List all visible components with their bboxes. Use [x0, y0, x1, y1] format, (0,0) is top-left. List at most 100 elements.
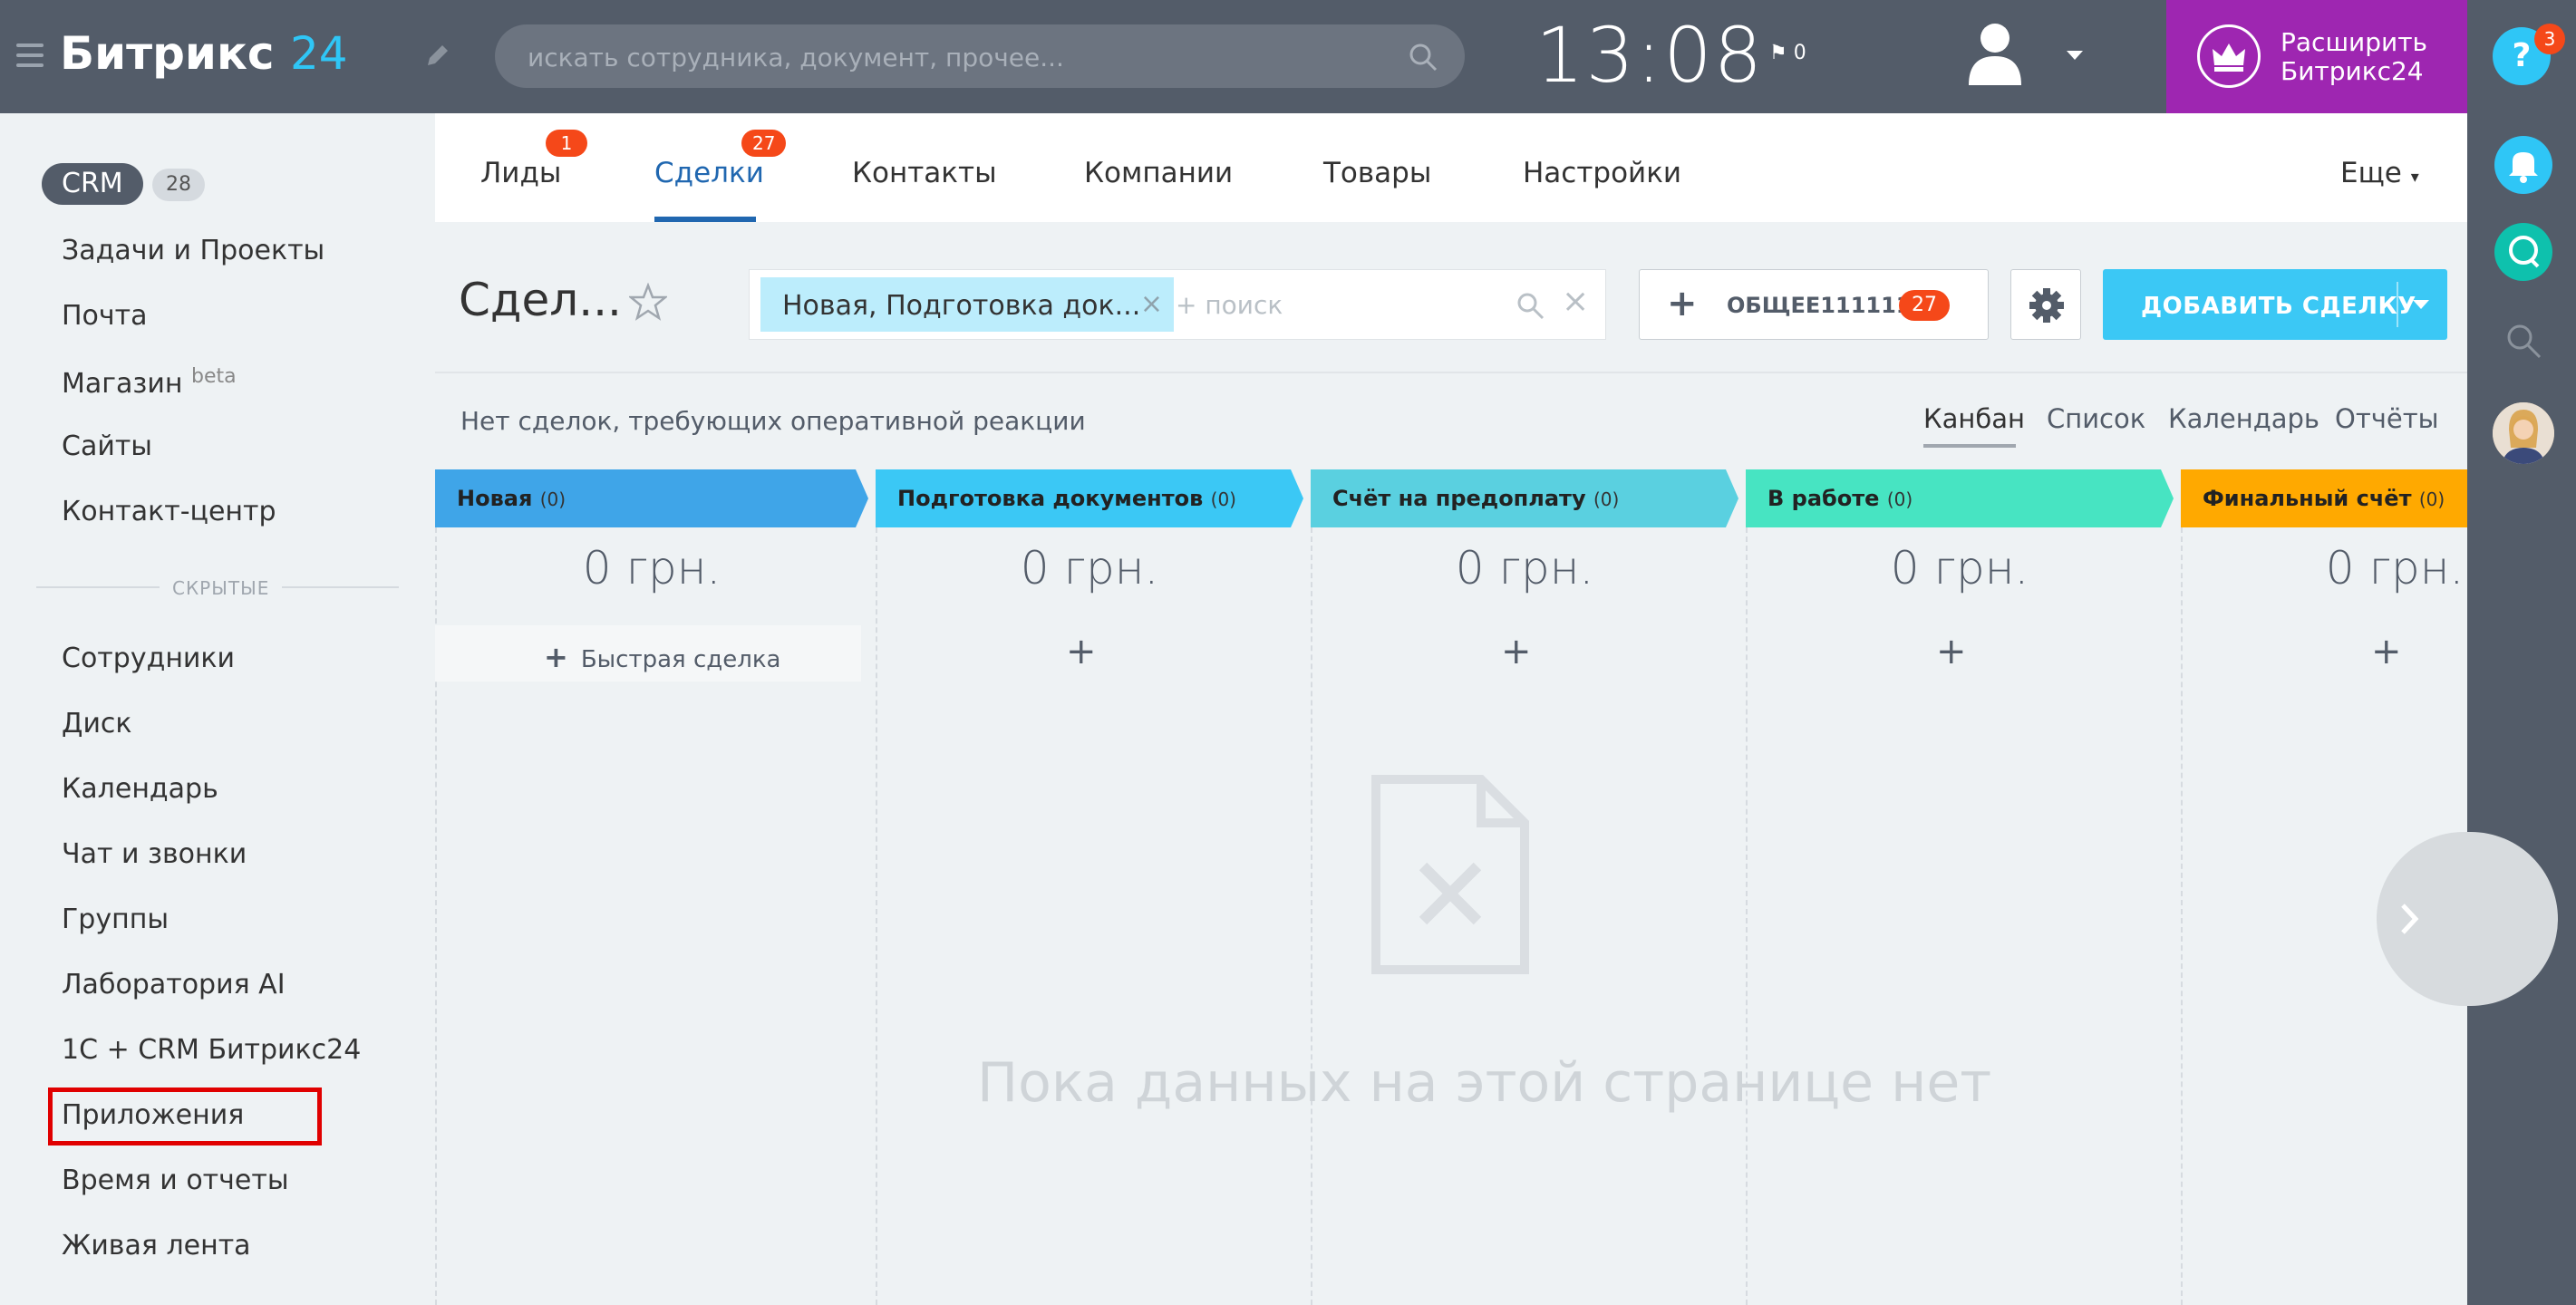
chat-icon — [2509, 236, 2540, 268]
stage-sum: 0 грн. — [1455, 542, 1594, 594]
panel-search-icon[interactable] — [2503, 321, 2543, 361]
star-icon[interactable] — [629, 283, 667, 321]
menu-burger-icon[interactable] — [16, 44, 44, 67]
crm-tabs: Лиды 1 Сделки 27 Контакты Компании Товар… — [435, 113, 2467, 222]
logo-number: 24 — [289, 27, 348, 80]
upgrade-line1: Расширить — [2281, 27, 2428, 57]
highlight-frame — [48, 1088, 322, 1146]
add-deal-plus[interactable]: + — [2371, 631, 2402, 672]
view-calendar[interactable]: Календарь — [2168, 403, 2319, 434]
stage-name-prepay: Счёт на предоплату (0) — [1332, 486, 1619, 511]
stage-count: (0) — [1886, 488, 1913, 510]
search-icon[interactable] — [1407, 41, 1439, 73]
general-pipeline-button[interactable]: + ОБЩЕЕ1111111 27 — [1639, 269, 1989, 340]
notifications-button[interactable] — [2494, 136, 2552, 194]
stage-count: (0) — [1210, 488, 1236, 510]
filter-chip-label: Новая, Подготовка док... — [782, 290, 1141, 322]
sidebar-item-contact-center[interactable]: Контакт-центр — [62, 496, 276, 527]
add-deal-button[interactable]: ДОБАВИТЬ СДЕЛКУ — [2103, 269, 2447, 340]
empty-state-text: Пока данных на этой странице нет — [977, 1051, 1992, 1115]
stage-name-final: Финальный счёт (0) — [2203, 486, 2445, 511]
stage-title: В работе — [1767, 486, 1880, 511]
sidebar-item-crm[interactable]: CRM — [42, 163, 143, 205]
view-list[interactable]: Список — [2047, 403, 2145, 434]
user-icon[interactable] — [1965, 20, 2025, 85]
add-deal-label: ДОБАВИТЬ СДЕЛКУ — [2141, 293, 2416, 320]
tab-settings[interactable]: Настройки — [1523, 157, 1681, 189]
stage-title: Финальный счёт — [2203, 486, 2412, 511]
stage-sum: 0 грн. — [1890, 542, 2029, 594]
plus-icon: + — [1667, 283, 1698, 324]
sidebar-item-time-reports[interactable]: Время и отчеты — [62, 1165, 289, 1196]
avatar[interactable] — [2493, 402, 2554, 464]
filter-chip[interactable]: Новая, Подготовка док... × — [760, 277, 1174, 332]
tabs-more[interactable]: Еще ▾ — [2340, 157, 2419, 189]
clock[interactable]: 13:08 — [1535, 11, 1764, 100]
settings-button[interactable] — [2010, 269, 2081, 340]
column-line — [876, 527, 877, 1305]
stage-header-final[interactable]: Финальный счёт (0) — [2181, 469, 2467, 527]
beta-label: beta — [191, 365, 237, 388]
stage-sum: 0 грн. — [582, 542, 721, 594]
filter-clear-icon[interactable]: × — [1562, 283, 1589, 320]
general-count-badge: 27 — [1899, 290, 1950, 321]
flag-counter[interactable]: ⚑ 0 — [1769, 42, 1806, 64]
stage-count: (0) — [1593, 488, 1620, 510]
filter-search-placeholder[interactable]: + поиск — [1176, 290, 1283, 320]
stage-count: (0) — [539, 488, 567, 510]
add-deal-plus[interactable]: + — [1501, 631, 1532, 672]
tab-companies[interactable]: Компании — [1084, 157, 1233, 189]
sidebar-item-mail[interactable]: Почта — [62, 300, 148, 332]
column-line — [1311, 527, 1312, 1305]
add-deal-plus[interactable]: + — [1066, 631, 1097, 672]
upgrade-line2: Битрикс24 — [2281, 56, 2424, 86]
search-input[interactable]: искать сотрудника, документ, прочее... — [495, 24, 1465, 88]
deals-badge: 27 — [741, 130, 787, 157]
more-caret-icon: ▾ — [2410, 168, 2419, 187]
upgrade-button[interactable]: Расширить Битрикс24 — [2166, 0, 2467, 113]
sidebar-item-feed[interactable]: Живая лента — [62, 1230, 251, 1262]
sidebar-item-employees[interactable]: Сотрудники — [62, 643, 235, 674]
chat-button[interactable] — [2494, 223, 2552, 281]
tabs-more-label: Еще — [2340, 157, 2402, 189]
scroll-right-button[interactable] — [2377, 832, 2558, 1006]
tab-deals[interactable]: Сделки — [654, 157, 764, 189]
quick-deal-button[interactable]: + Быстрая сделка — [435, 625, 861, 682]
no-urgent-deals-text: Нет сделок, требующих оперативной реакци… — [460, 406, 1086, 436]
add-deal-plus[interactable]: + — [1936, 631, 1967, 672]
stage-sum: 0 грн. — [1020, 542, 1159, 594]
view-kanban[interactable]: Канбан — [1923, 403, 2025, 434]
tab-contacts[interactable]: Контакты — [852, 157, 997, 189]
stage-header-inwork[interactable]: В работе (0) — [1746, 469, 2174, 527]
filter-search-box[interactable]: Новая, Подготовка док... × + поиск × — [749, 269, 1606, 340]
tab-leads[interactable]: Лиды — [480, 157, 561, 189]
search-placeholder: искать сотрудника, документ, прочее... — [528, 43, 1064, 72]
sidebar-item-calendar[interactable]: Календарь — [62, 773, 218, 805]
tab-products[interactable]: Товары — [1323, 157, 1431, 189]
sidebar-item-ai-lab[interactable]: Лаборатория AI — [62, 969, 286, 1000]
sidebar-item-shop[interactable]: Магазин beta — [62, 365, 237, 400]
filter-search-icon[interactable] — [1515, 290, 1545, 321]
stage-name-new: Новая (0) — [457, 486, 566, 511]
chip-close-icon[interactable]: × — [1140, 288, 1163, 320]
sidebar-item-tasks[interactable]: Задачи и Проекты — [62, 235, 324, 266]
stage-header-new[interactable]: Новая (0) — [435, 469, 868, 527]
stage-header-docs[interactable]: Подготовка документов (0) — [876, 469, 1303, 527]
stage-header-prepay[interactable]: Счёт на предоплату (0) — [1311, 469, 1738, 527]
user-menu-caret-icon[interactable] — [2067, 51, 2083, 60]
add-deal-dropdown-icon[interactable] — [2413, 300, 2429, 309]
stage-sum: 0 грн. — [2325, 542, 2465, 594]
sidebar-item-chat[interactable]: Чат и звонки — [62, 838, 247, 870]
sidebar-item-disk[interactable]: Диск — [62, 708, 132, 740]
toolbar-divider — [435, 372, 2467, 373]
sidebar-item-sites[interactable]: Сайты — [62, 430, 152, 462]
logo-text: Битрикс — [60, 27, 275, 80]
pencil-icon[interactable] — [422, 40, 453, 71]
sidebar-item-1c-crm[interactable]: 1С + CRM Битрикс24 — [62, 1034, 361, 1066]
logo[interactable]: Битрикс 24 — [60, 27, 348, 80]
hidden-section-label[interactable]: СКРЫТЫЕ — [160, 577, 283, 599]
chevron-right-icon — [2401, 904, 2419, 934]
view-reports[interactable]: Отчёты — [2335, 403, 2439, 434]
sidebar-item-groups[interactable]: Группы — [62, 904, 169, 935]
help-badge: 3 — [2534, 24, 2565, 54]
